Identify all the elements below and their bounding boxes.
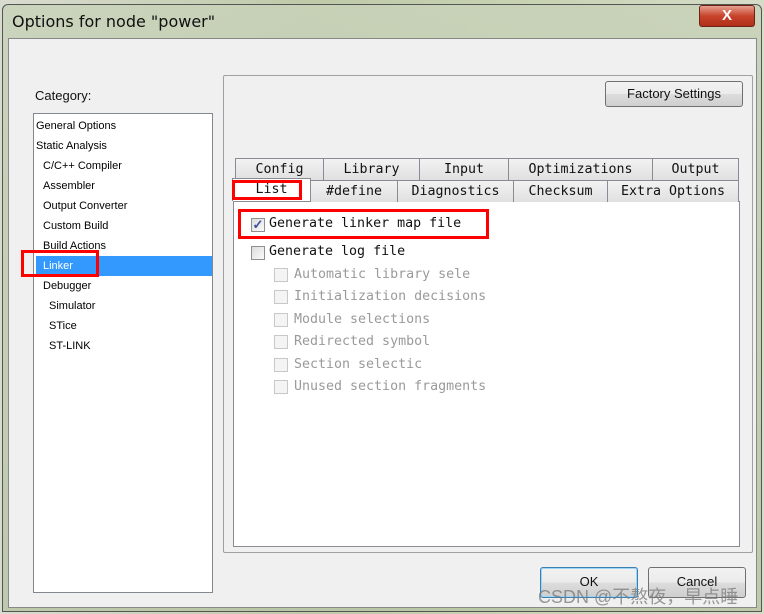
highlight-box-list-tab (232, 180, 302, 200)
label-automatic-library: Automatic library sele (294, 267, 471, 282)
tab-input[interactable]: Input (419, 158, 509, 180)
label-generate-log: Generate log file (269, 244, 406, 259)
category-item[interactable]: Output Converter (36, 196, 212, 216)
close-button[interactable]: X (699, 5, 755, 27)
dialog-title: Options for node "power" (12, 12, 216, 31)
category-item[interactable]: Custom Build (36, 216, 212, 236)
category-item[interactable]: Debugger (36, 276, 212, 296)
category-list[interactable]: General Options Static Analysis C/C++ Co… (33, 113, 213, 593)
label-redirected-symbol: Redirected symbol (294, 334, 431, 349)
checkbox-section-selection[interactable] (274, 358, 288, 372)
category-label: Category: (35, 88, 92, 103)
tab-diagnostics[interactable]: Diagnostics (397, 180, 514, 202)
category-item[interactable]: ST-LINK (36, 336, 212, 356)
label-module-selections: Module selections (294, 312, 431, 327)
watermark: CSDN @不熬夜，早点睡 (538, 587, 739, 607)
tab-library[interactable]: Library (323, 158, 420, 180)
category-item[interactable]: Assembler (36, 176, 212, 196)
label-initialization-decisions: Initialization decisions (294, 289, 487, 304)
tab-checksum[interactable]: Checksum (513, 180, 608, 202)
category-item[interactable]: STice (36, 316, 212, 336)
tab-optimizations[interactable]: Optimizations (508, 158, 653, 180)
checkbox-unused-section-fragments[interactable] (274, 380, 288, 394)
factory-settings-button[interactable]: Factory Settings (605, 81, 743, 107)
checkbox-automatic-library[interactable] (274, 268, 288, 282)
tab-define[interactable]: #define (310, 180, 398, 202)
category-item[interactable]: Static Analysis (36, 136, 212, 156)
tab-config[interactable]: Config (235, 158, 324, 180)
checkbox-generate-log[interactable] (251, 246, 265, 260)
checkbox-module-selections[interactable] (274, 313, 288, 327)
category-item[interactable]: C/C++ Compiler (36, 156, 212, 176)
label-unused-section-fragments: Unused section fragments (294, 379, 487, 394)
category-item[interactable]: General Options (36, 116, 212, 136)
highlight-box-linker (21, 250, 99, 277)
tab-extra-options[interactable]: Extra Options (607, 180, 739, 202)
label-section-selection: Section selectic (294, 357, 423, 372)
category-item[interactable]: Simulator (36, 296, 212, 316)
highlight-box-linker-map (238, 209, 489, 239)
tab-output[interactable]: Output (652, 158, 739, 180)
checkbox-redirected-symbol[interactable] (274, 335, 288, 349)
checkbox-initialization-decisions[interactable] (274, 290, 288, 304)
